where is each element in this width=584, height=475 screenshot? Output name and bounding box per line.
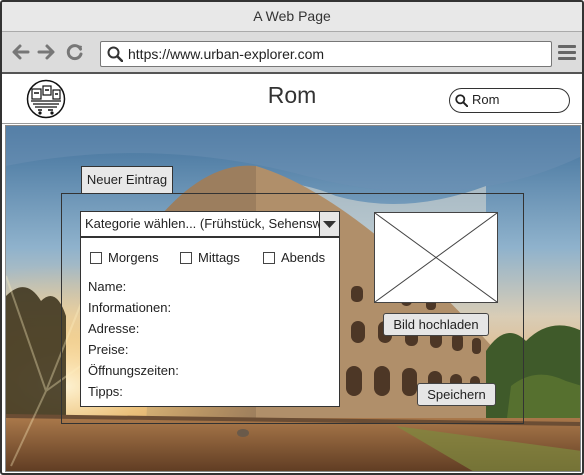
field-label-address: Adresse: xyxy=(88,321,140,336)
field-label-tips: Tipps: xyxy=(88,384,123,399)
site-search-input[interactable]: Rom xyxy=(449,88,570,113)
chevron-down-icon[interactable] xyxy=(319,212,339,236)
browser-window: A Web Page https://www.urban-explorer.co… xyxy=(0,0,584,475)
checkbox-box[interactable] xyxy=(180,252,192,264)
back-arrow-icon[interactable] xyxy=(11,42,31,62)
checkbox-box[interactable] xyxy=(90,252,102,264)
address-bar[interactable]: https://www.urban-explorer.com xyxy=(100,41,552,67)
hamburger-menu-icon[interactable] xyxy=(558,45,576,61)
reload-icon[interactable] xyxy=(65,42,85,62)
save-button[interactable]: Speichern xyxy=(417,383,496,406)
search-icon xyxy=(107,46,124,67)
checkbox-label: Abends xyxy=(281,250,326,265)
checkbox-noon[interactable]: Mittags xyxy=(180,251,240,265)
checkbox-evening[interactable]: Abends xyxy=(263,251,325,265)
category-dropdown-value: Kategorie wählen... (Frühstück, Sehenswü… xyxy=(85,216,319,231)
checkbox-box[interactable] xyxy=(263,252,275,264)
search-icon xyxy=(455,94,469,112)
field-label-prices: Preise: xyxy=(88,342,129,357)
field-label-information: Informationen: xyxy=(88,300,172,315)
category-dropdown[interactable]: Kategorie wählen... (Frühstück, Sehenswü… xyxy=(80,211,340,237)
upload-image-button[interactable]: Bild hochladen xyxy=(383,313,489,336)
checkbox-morning[interactable]: Morgens xyxy=(90,251,159,265)
image-placeholder-icon xyxy=(374,212,498,303)
tab-new-entry[interactable]: Neuer Eintrag xyxy=(81,166,173,193)
checkbox-label: Morgens xyxy=(108,250,159,265)
window-title: A Web Page xyxy=(2,2,582,32)
site-header: Rom Rom xyxy=(2,74,582,124)
url-text: https://www.urban-explorer.com xyxy=(128,46,325,62)
site-search-value: Rom xyxy=(472,92,500,107)
forward-arrow-icon[interactable] xyxy=(36,42,56,62)
field-label-name: Name: xyxy=(88,279,127,294)
field-label-opening-hours: Öffnungszeiten: xyxy=(88,363,179,378)
checkbox-label: Mittags xyxy=(198,250,240,265)
entry-form: Morgens Mittags Abends Name: Information… xyxy=(80,237,340,407)
browser-toolbar: https://www.urban-explorer.com xyxy=(2,32,582,74)
